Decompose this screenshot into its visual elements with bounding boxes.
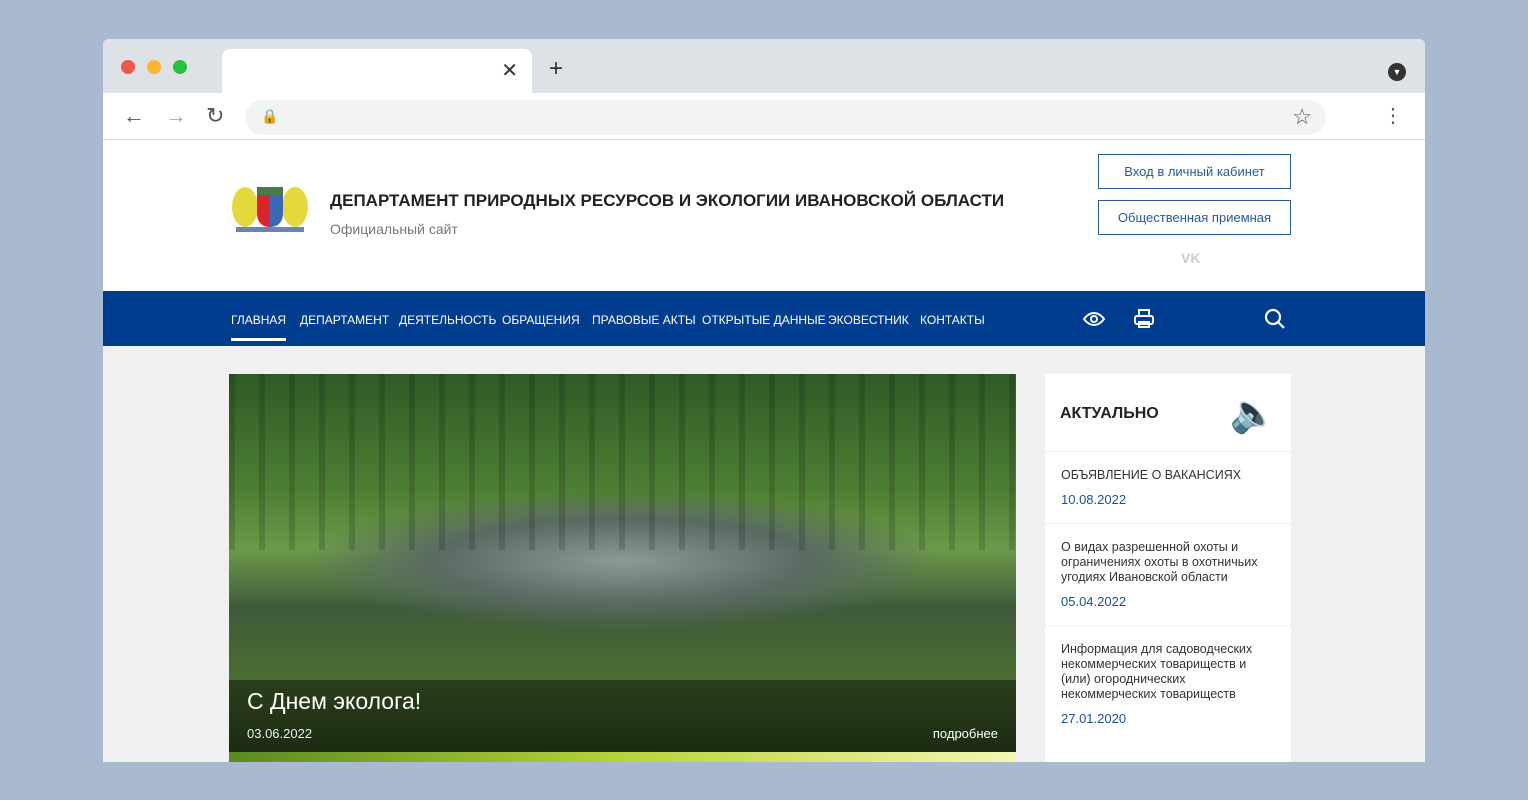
browser-window: ✕ + ▼ ← → ↻ 🔒 ☆ ⋮ ДЕПАРТАМЕНТ ПРИРОДНЫХ … [103, 39, 1425, 762]
new-tab-button[interactable]: + [549, 55, 563, 83]
login-button[interactable]: Вход в личный кабинет [1098, 154, 1291, 189]
slide-date: 03.06.2022 [247, 726, 313, 741]
address-bar[interactable]: 🔒 ☆ [245, 100, 1326, 135]
slide-caption: С Днем эколога! 03.06.2022 подробнее [229, 680, 1016, 752]
nav-ecobulletin[interactable]: ЭКОВЕСТНИК [828, 313, 909, 327]
actual-news-panel: АКТУАЛЬНО 🔈 ОБЪЯВЛЕНИЕ О ВАКАНСИЯХ 10.08.… [1045, 374, 1291, 762]
reload-button[interactable]: ↻ [206, 103, 224, 129]
tab-search-dropdown-icon[interactable]: ▼ [1388, 63, 1406, 81]
site-subtitle: Официальный сайт [330, 221, 458, 237]
news-item[interactable]: ОБЪЯВЛЕНИЕ О ВАКАНСИЯХ 10.08.2022 [1045, 451, 1291, 523]
tab-bar: ✕ + ▼ [103, 39, 1425, 93]
news-date: 10.08.2022 [1061, 492, 1127, 507]
public-reception-button[interactable]: Общественная приемная [1098, 200, 1291, 235]
nav-legal-acts[interactable]: ПРАВОВЫЕ АКТЫ [592, 313, 696, 327]
nav-appeals[interactable]: ОБРАЩЕНИЯ [502, 313, 580, 327]
nav-open-data[interactable]: ОТКРЫТЫЕ ДАННЫЕ [702, 313, 826, 327]
slide-more-link[interactable]: подробнее [933, 726, 998, 741]
accessibility-eye-icon[interactable] [1082, 307, 1106, 331]
close-tab-icon[interactable]: ✕ [501, 58, 518, 83]
close-window-button[interactable] [121, 60, 135, 74]
news-date: 05.04.2022 [1061, 594, 1127, 609]
panel-title: АКТУАЛЬНО [1060, 405, 1159, 422]
news-item[interactable]: Информация для садоводческих некоммерчес… [1045, 625, 1291, 755]
minimize-window-button[interactable] [147, 60, 161, 74]
browser-menu-icon[interactable]: ⋮ [1383, 103, 1403, 128]
back-button[interactable]: ← [123, 103, 145, 129]
vk-icon[interactable]: VK [1181, 250, 1200, 266]
coat-of-arms-logo[interactable] [230, 179, 310, 235]
speaker-icon: 🔈 [1229, 393, 1277, 435]
print-icon[interactable] [1132, 307, 1156, 331]
browser-tab[interactable]: ✕ [222, 49, 532, 93]
lock-icon: 🔒 [261, 108, 279, 124]
site-title: ДЕПАРТАМЕНТ ПРИРОДНЫХ РЕСУРСОВ И ЭКОЛОГИ… [330, 191, 1005, 210]
nav-activity[interactable]: ДЕЯТЕЛЬНОСТЬ [399, 313, 496, 327]
news-text[interactable]: О видах разрешенной охоты и ограничениях… [1061, 540, 1275, 585]
news-text[interactable]: Информация для садоводческих некоммерчес… [1061, 642, 1275, 702]
nav-contacts[interactable]: КОНТАКТЫ [920, 313, 985, 327]
search-icon[interactable] [1263, 307, 1287, 331]
site-header: ДЕПАРТАМЕНТ ПРИРОДНЫХ РЕСУРСОВ И ЭКОЛОГИ… [103, 141, 1425, 291]
news-item[interactable]: О видах разрешенной охоты и ограничениях… [1045, 523, 1291, 625]
news-text[interactable]: ОБЪЯВЛЕНИЕ О ВАКАНСИЯХ [1061, 468, 1275, 483]
slide-title[interactable]: С Днем эколога! [247, 688, 421, 715]
browser-toolbar: ← → ↻ 🔒 ☆ ⋮ [103, 93, 1425, 140]
news-date: 27.01.2020 [1061, 711, 1127, 726]
news-slider[interactable]: С Днем эколога! 03.06.2022 подробнее [229, 374, 1016, 762]
nav-home[interactable]: ГЛАВНАЯ [231, 313, 287, 341]
main-nav: ГЛАВНАЯ ДЕПАРТАМЕНТ ДЕЯТЕЛЬНОСТЬ ОБРАЩЕН… [103, 291, 1425, 346]
bookmark-star-icon[interactable]: ☆ [1292, 104, 1312, 130]
forward-button[interactable]: → [165, 103, 187, 129]
maximize-window-button[interactable] [173, 60, 187, 74]
main-content: С Днем эколога! 03.06.2022 подробнее АКТ… [103, 346, 1425, 762]
nav-department[interactable]: ДЕПАРТАМЕНТ [300, 313, 389, 327]
